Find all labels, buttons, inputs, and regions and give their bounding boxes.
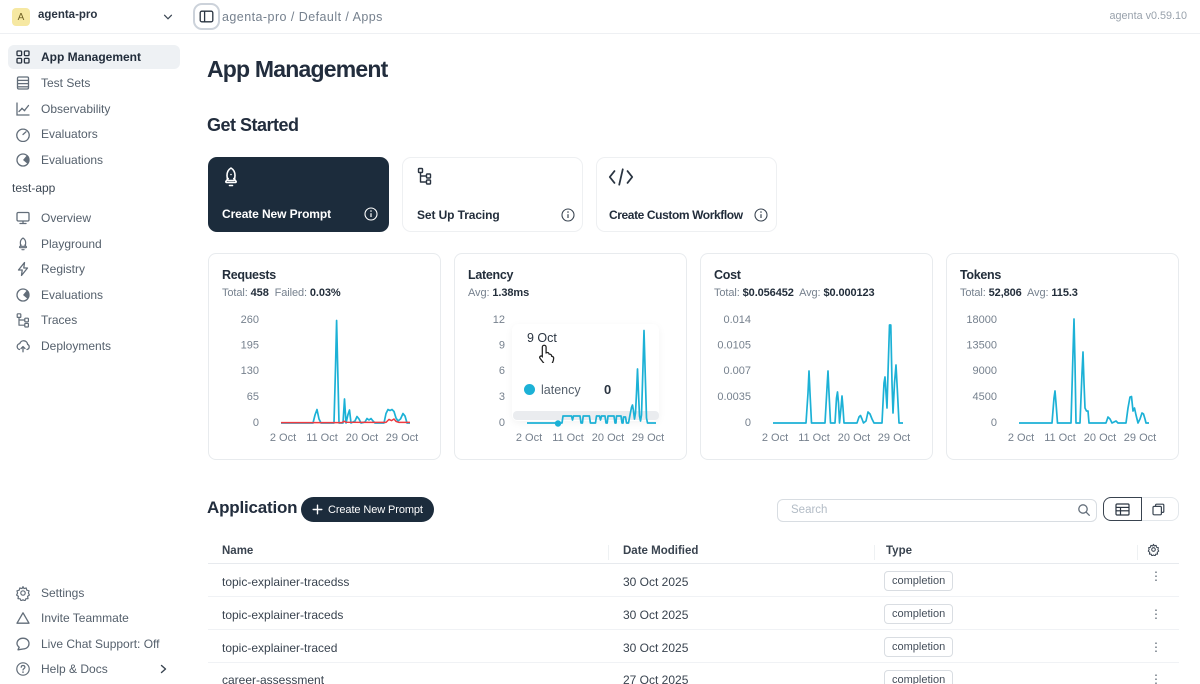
svg-text:0.007: 0.007	[723, 365, 751, 377]
svg-text:9000: 9000	[973, 365, 997, 377]
svg-text:20 Oct: 20 Oct	[346, 432, 378, 444]
svg-text:29 Oct: 29 Oct	[1124, 432, 1156, 444]
svg-text:65: 65	[247, 391, 259, 403]
svg-text:29 Oct: 29 Oct	[386, 432, 418, 444]
svg-text:0.014: 0.014	[723, 314, 751, 326]
svg-text:130: 130	[241, 365, 259, 377]
svg-text:13500: 13500	[966, 340, 997, 352]
svg-text:0: 0	[499, 417, 505, 429]
svg-text:195: 195	[241, 340, 259, 352]
svg-text:20 Oct: 20 Oct	[592, 432, 624, 444]
svg-text:29 Oct: 29 Oct	[878, 432, 910, 444]
svg-text:260: 260	[241, 314, 259, 326]
svg-text:3: 3	[499, 391, 505, 403]
svg-text:9: 9	[499, 340, 505, 352]
svg-text:2 Oct: 2 Oct	[1008, 432, 1034, 444]
svg-text:20 Oct: 20 Oct	[1084, 432, 1116, 444]
svg-text:20 Oct: 20 Oct	[838, 432, 870, 444]
svg-text:11 Oct: 11 Oct	[552, 432, 584, 444]
svg-text:0: 0	[253, 417, 259, 429]
svg-text:0: 0	[745, 417, 751, 429]
svg-text:2 Oct: 2 Oct	[270, 432, 296, 444]
svg-text:0.0035: 0.0035	[717, 391, 751, 403]
svg-text:0: 0	[991, 417, 997, 429]
svg-text:11 Oct: 11 Oct	[1044, 432, 1076, 444]
svg-text:11 Oct: 11 Oct	[798, 432, 830, 444]
svg-text:6: 6	[499, 365, 505, 377]
svg-text:4500: 4500	[973, 391, 997, 403]
svg-text:29 Oct: 29 Oct	[632, 432, 664, 444]
svg-text:0.0105: 0.0105	[717, 340, 751, 352]
svg-text:2 Oct: 2 Oct	[516, 432, 542, 444]
svg-text:18000: 18000	[966, 314, 997, 326]
svg-text:12: 12	[493, 314, 505, 326]
svg-text:2 Oct: 2 Oct	[762, 432, 788, 444]
svg-text:11 Oct: 11 Oct	[306, 432, 338, 444]
